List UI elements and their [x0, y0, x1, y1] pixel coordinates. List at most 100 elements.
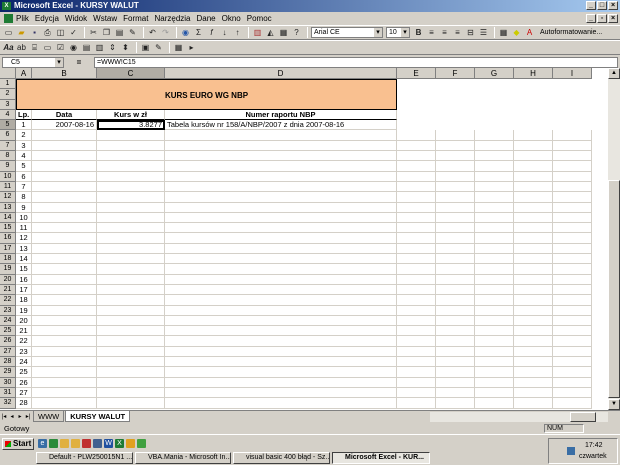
cell[interactable] [553, 223, 592, 234]
cell-rate-selected[interactable]: 3.8277 [97, 120, 165, 131]
row-header[interactable]: 9 [0, 161, 16, 172]
messenger-icon[interactable] [137, 439, 146, 448]
menu-dane[interactable]: Dane [197, 14, 216, 23]
cell[interactable] [514, 295, 553, 306]
cell[interactable] [32, 315, 97, 327]
vertical-scrollbar[interactable]: ▲ ▼ [608, 68, 620, 410]
cell[interactable] [32, 326, 97, 337]
row-header[interactable]: 17 [0, 243, 16, 255]
cell[interactable] [475, 254, 514, 265]
cell[interactable] [397, 151, 436, 162]
cell[interactable] [514, 346, 553, 358]
cell[interactable] [165, 305, 397, 316]
cell-lp[interactable]: 19 [16, 305, 32, 316]
desktop-icon[interactable] [49, 439, 58, 448]
column-header-b[interactable]: B [32, 68, 97, 79]
column-header-e[interactable]: E [397, 68, 436, 79]
menu-edycja[interactable]: Edycja [35, 14, 59, 23]
taskbar-item[interactable]: VBA.Mania - Microsoft In... [135, 452, 231, 464]
cell-lp[interactable]: 25 [16, 367, 32, 378]
cell-lp[interactable]: 9 [16, 202, 32, 213]
cell[interactable] [436, 284, 475, 296]
row-header[interactable]: 21 [0, 284, 16, 296]
cell[interactable] [397, 181, 436, 193]
column-header-i[interactable]: I [553, 68, 592, 79]
cell[interactable] [165, 315, 397, 327]
merge-center-icon[interactable]: ⊟ [465, 27, 476, 38]
font-size-select[interactable]: 10 [386, 27, 410, 38]
cell[interactable] [553, 336, 592, 347]
menu-plik[interactable]: Plik [16, 14, 29, 23]
cell[interactable] [436, 357, 475, 368]
cell[interactable] [397, 326, 436, 337]
align-right-icon[interactable]: ≡ [452, 27, 463, 38]
cell[interactable] [475, 336, 514, 347]
row-header[interactable]: 30 [0, 377, 16, 388]
fill-color-icon[interactable]: ◆ [511, 27, 522, 38]
cell[interactable] [32, 357, 97, 368]
toggle-grid-icon[interactable]: ▦ [173, 42, 184, 53]
combobox-control-icon[interactable]: ▥ [94, 42, 105, 53]
scroll-thumb[interactable] [608, 180, 620, 398]
row-header[interactable]: 32 [0, 398, 16, 409]
cell[interactable] [165, 171, 397, 182]
sheet-tab-www[interactable]: WWW [33, 411, 65, 422]
cell[interactable] [32, 233, 97, 244]
cell[interactable] [436, 151, 475, 162]
cell[interactable] [397, 295, 436, 306]
cell[interactable] [165, 233, 397, 244]
column-header-g[interactable]: G [475, 68, 514, 79]
cell-lp[interactable]: 12 [16, 233, 32, 244]
cell[interactable] [553, 254, 592, 265]
cell[interactable] [97, 181, 165, 193]
cell[interactable] [165, 284, 397, 296]
cell[interactable] [475, 315, 514, 327]
cell[interactable] [397, 377, 436, 388]
row-header[interactable]: 22 [0, 295, 16, 306]
cell[interactable] [32, 367, 97, 378]
cell[interactable] [436, 161, 475, 172]
cell[interactable] [32, 254, 97, 265]
cell[interactable] [514, 326, 553, 337]
cell-lp[interactable]: 17 [16, 284, 32, 296]
cut-icon[interactable]: ✂ [88, 27, 99, 38]
chart-wizard-icon[interactable]: ▥ [252, 27, 263, 38]
cell[interactable] [436, 264, 475, 275]
cell[interactable] [97, 233, 165, 244]
cell-lp[interactable]: 11 [16, 223, 32, 234]
horizontal-scrollbar[interactable] [430, 412, 608, 422]
cell[interactable] [32, 398, 97, 409]
cell[interactable] [553, 161, 592, 172]
cell-lp[interactable]: 24 [16, 357, 32, 368]
cell[interactable] [397, 161, 436, 172]
cell[interactable] [553, 212, 592, 224]
cell-lp[interactable]: 14 [16, 254, 32, 265]
cell[interactable] [165, 367, 397, 378]
cell[interactable] [436, 305, 475, 316]
cell-lp[interactable]: 2 [16, 130, 32, 141]
cell[interactable] [97, 202, 165, 213]
cell[interactable] [553, 326, 592, 337]
formula-equals-icon[interactable]: = [64, 58, 94, 67]
cell[interactable] [32, 171, 97, 182]
cell[interactable] [553, 315, 592, 327]
start-button[interactable]: Start [2, 438, 34, 450]
cell[interactable] [553, 357, 592, 368]
cell[interactable] [165, 336, 397, 347]
row-header[interactable]: 5 [0, 120, 16, 131]
folder-icon[interactable] [60, 439, 69, 448]
cell[interactable] [514, 130, 553, 141]
cell[interactable] [514, 192, 553, 203]
cell[interactable] [553, 130, 592, 141]
worksheet-grid[interactable]: A B C D E F G H I 1 2 3 4 Lp. Data Kurs … [0, 68, 608, 410]
last-sheet-icon[interactable]: ▸| [24, 412, 32, 422]
cell[interactable] [97, 161, 165, 172]
row-header[interactable]: 4 [0, 109, 16, 121]
cell[interactable] [97, 151, 165, 162]
cell[interactable] [553, 233, 592, 244]
cell-lp[interactable]: 26 [16, 377, 32, 388]
cell[interactable] [514, 315, 553, 327]
edit-code-icon[interactable]: ✎ [153, 42, 164, 53]
cell[interactable] [475, 295, 514, 306]
cell[interactable] [397, 212, 436, 224]
